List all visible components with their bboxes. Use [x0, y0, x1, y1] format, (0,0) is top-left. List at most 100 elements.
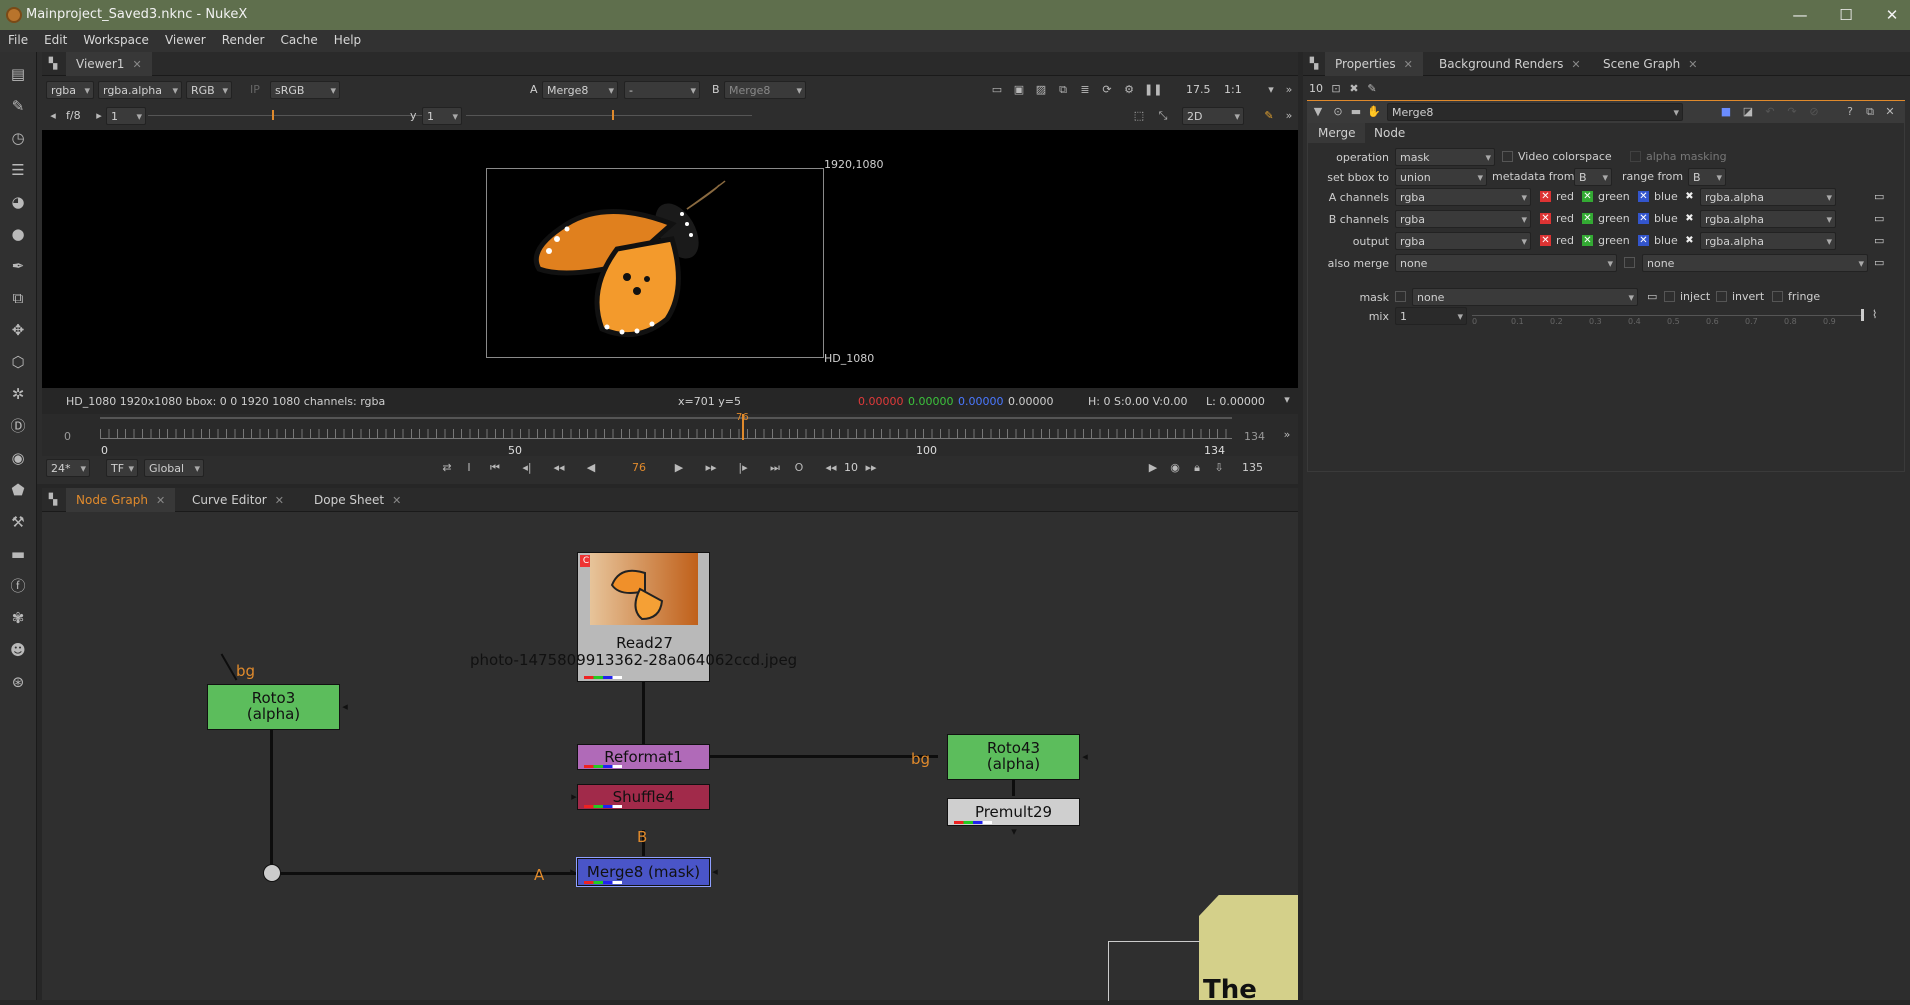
settings-icon[interactable]: ⚙	[1122, 83, 1136, 97]
expand-icon-2[interactable]: »	[1282, 109, 1296, 123]
views-nodes-icon[interactable]: ◉	[8, 448, 28, 468]
tab-scene-graph[interactable]: Scene Graph ✕	[1593, 52, 1707, 76]
current-frame-field[interactable]: 76	[632, 461, 646, 474]
menu-edit[interactable]: Edit	[36, 30, 75, 50]
time-nodes-icon[interactable]: ◷	[8, 128, 28, 148]
view-mode-select[interactable]: 2D	[1182, 107, 1244, 126]
menu-viewer[interactable]: Viewer	[157, 30, 214, 50]
close-icon[interactable]: ✕	[275, 494, 284, 507]
menu-file[interactable]: File	[0, 30, 36, 50]
close-icon[interactable]: ✕	[1404, 58, 1413, 71]
skip-back-icon[interactable]: ◂◂	[824, 461, 838, 475]
center-node-icon[interactable]: ⊙	[1331, 105, 1345, 119]
refresh-icon[interactable]: ⟳	[1100, 83, 1114, 97]
timeline-range-bar[interactable]	[100, 417, 1232, 419]
red-channel-checkbox[interactable]: ✕	[1540, 213, 1551, 224]
color-nodes-icon[interactable]: ◕	[8, 192, 28, 212]
timeline-expand-icon[interactable]: »	[1280, 428, 1294, 442]
mask-checkbox[interactable]	[1395, 291, 1406, 302]
red-channel-checkbox[interactable]: ✕	[1540, 235, 1551, 246]
out-point-button[interactable]: O	[792, 461, 806, 475]
also-merge-menu-icon[interactable]: ▭	[1874, 256, 1884, 269]
alpha-channel-select[interactable]: rgba.alpha	[1700, 210, 1836, 229]
edit-icon[interactable]: ✎	[1365, 82, 1379, 96]
menu-help[interactable]: Help	[326, 30, 369, 50]
menu-render[interactable]: Render	[214, 30, 273, 50]
play-backward-icon[interactable]: ◀	[584, 461, 598, 475]
close-icon[interactable]: ✕	[1571, 58, 1580, 71]
pause-icon[interactable]: ❚❚	[1144, 83, 1162, 97]
input-process-label[interactable]: IP	[250, 83, 260, 96]
timeline[interactable]: 0 0 50 100 134 76 134 »	[42, 412, 1298, 457]
channel-nodes-icon[interactable]: ☰	[8, 160, 28, 180]
merge-nodes-icon[interactable]: ⧉	[8, 288, 28, 308]
close-icon[interactable]: ✕	[132, 58, 141, 71]
viewer-canvas[interactable]: 1920,1080 HD_1080	[42, 130, 1298, 388]
gain-value[interactable]: 17.5	[1186, 83, 1211, 96]
green-channel-checkbox[interactable]: ✕	[1582, 191, 1593, 202]
minimize-button[interactable]: —	[1780, 4, 1820, 26]
close-icon[interactable]: ✕	[392, 494, 401, 507]
viewer-axis-icon[interactable]: ⤡	[1156, 109, 1170, 123]
3d-nodes-icon[interactable]: ⬡	[8, 352, 28, 372]
capture-icon[interactable]: ◉	[1168, 461, 1182, 475]
mask-menu-icon[interactable]: ▭	[1647, 290, 1657, 303]
node-roto3[interactable]: Roto3 (alpha)	[207, 684, 340, 730]
tab-viewer1[interactable]: Viewer1 ✕	[66, 52, 152, 76]
menu-workspace[interactable]: Workspace	[75, 30, 157, 50]
revert-icon[interactable]: ⊘	[1807, 105, 1821, 119]
channel-select[interactable]: rgba	[1395, 210, 1531, 229]
furnace-nodes-icon[interactable]: ⓕ	[8, 576, 28, 596]
toolsets-icon[interactable]: ⚒	[8, 512, 28, 532]
draw-nodes-icon[interactable]: ✎	[8, 96, 28, 116]
bbox-select[interactable]: union	[1395, 168, 1487, 187]
channel-select[interactable]: rgba	[1395, 188, 1531, 207]
sticky-note[interactable]: The	[1199, 895, 1298, 1000]
also-merge-select-2[interactable]: none	[1642, 254, 1868, 273]
pane-menu-icon-3[interactable]: ▚	[1307, 57, 1321, 71]
viewer-lut-select[interactable]: sRGB	[270, 81, 340, 100]
pane-menu-icon-2[interactable]: ▚	[46, 493, 60, 507]
lock-panels-icon[interactable]: ⊡	[1329, 82, 1343, 96]
gamma-slider[interactable]	[466, 115, 752, 116]
prev-frame-icon[interactable]: ◂◂	[552, 461, 566, 475]
fstop-right-icon[interactable]: ▸	[92, 109, 106, 123]
mask-select[interactable]: none	[1412, 288, 1638, 307]
a-input-select[interactable]: Merge8	[542, 81, 618, 100]
close-icon[interactable]: ✕	[156, 494, 165, 507]
mix-field[interactable]: 1	[1395, 307, 1467, 326]
particles-nodes-icon[interactable]: ✲	[8, 384, 28, 404]
plugins-nodes-icon[interactable]: ⊛	[8, 672, 28, 692]
alpha-channel-select[interactable]: rgba.alpha	[1700, 188, 1836, 207]
safe-area-icon[interactable]: ▣	[1012, 83, 1026, 97]
tab-curve-editor[interactable]: Curve Editor ✕	[182, 488, 294, 512]
prev-keyframe-icon[interactable]: ◂|	[520, 461, 534, 475]
display-channels-select[interactable]: RGB	[186, 81, 232, 100]
timeline-ruler[interactable]	[100, 429, 1232, 439]
close-button[interactable]: ✕	[1872, 4, 1910, 26]
help-icon[interactable]: ?	[1843, 105, 1857, 119]
tab-properties[interactable]: Properties ✕	[1325, 52, 1423, 76]
channel-menu-icon[interactable]: ▭	[1874, 190, 1884, 203]
pane-menu-icon[interactable]: ▚	[46, 57, 60, 71]
loop-icon[interactable]: ⇄	[440, 461, 454, 475]
ocula-nodes-icon[interactable]: ✾	[8, 608, 28, 628]
tile-color-icon[interactable]: ■	[1719, 105, 1733, 119]
subtab-merge[interactable]: Merge	[1308, 123, 1366, 143]
gamma-field[interactable]: 1	[422, 107, 462, 126]
fps-select[interactable]: 24*	[46, 459, 90, 478]
roi-icon[interactable]: ▭	[990, 83, 1004, 97]
node-shuffle4[interactable]: Shuffle4	[577, 784, 710, 810]
tf-select[interactable]: TF	[106, 459, 138, 478]
next-keyframe-icon[interactable]: |▸	[736, 461, 750, 475]
in-point-button[interactable]: I	[462, 461, 476, 475]
gain-field[interactable]: 1	[106, 107, 146, 126]
video-colorspace-checkbox[interactable]	[1502, 151, 1513, 162]
channel-menu-icon[interactable]: ▭	[1874, 234, 1884, 247]
channel-select[interactable]: rgba	[1395, 232, 1531, 251]
gain-slider-handle[interactable]	[272, 110, 274, 120]
global-range-select[interactable]: Global	[144, 459, 204, 478]
last-frame-icon[interactable]: ⏭	[768, 461, 782, 475]
node-name-field[interactable]: Merge8	[1387, 103, 1683, 122]
blue-channel-checkbox[interactable]: ✕	[1638, 235, 1649, 246]
